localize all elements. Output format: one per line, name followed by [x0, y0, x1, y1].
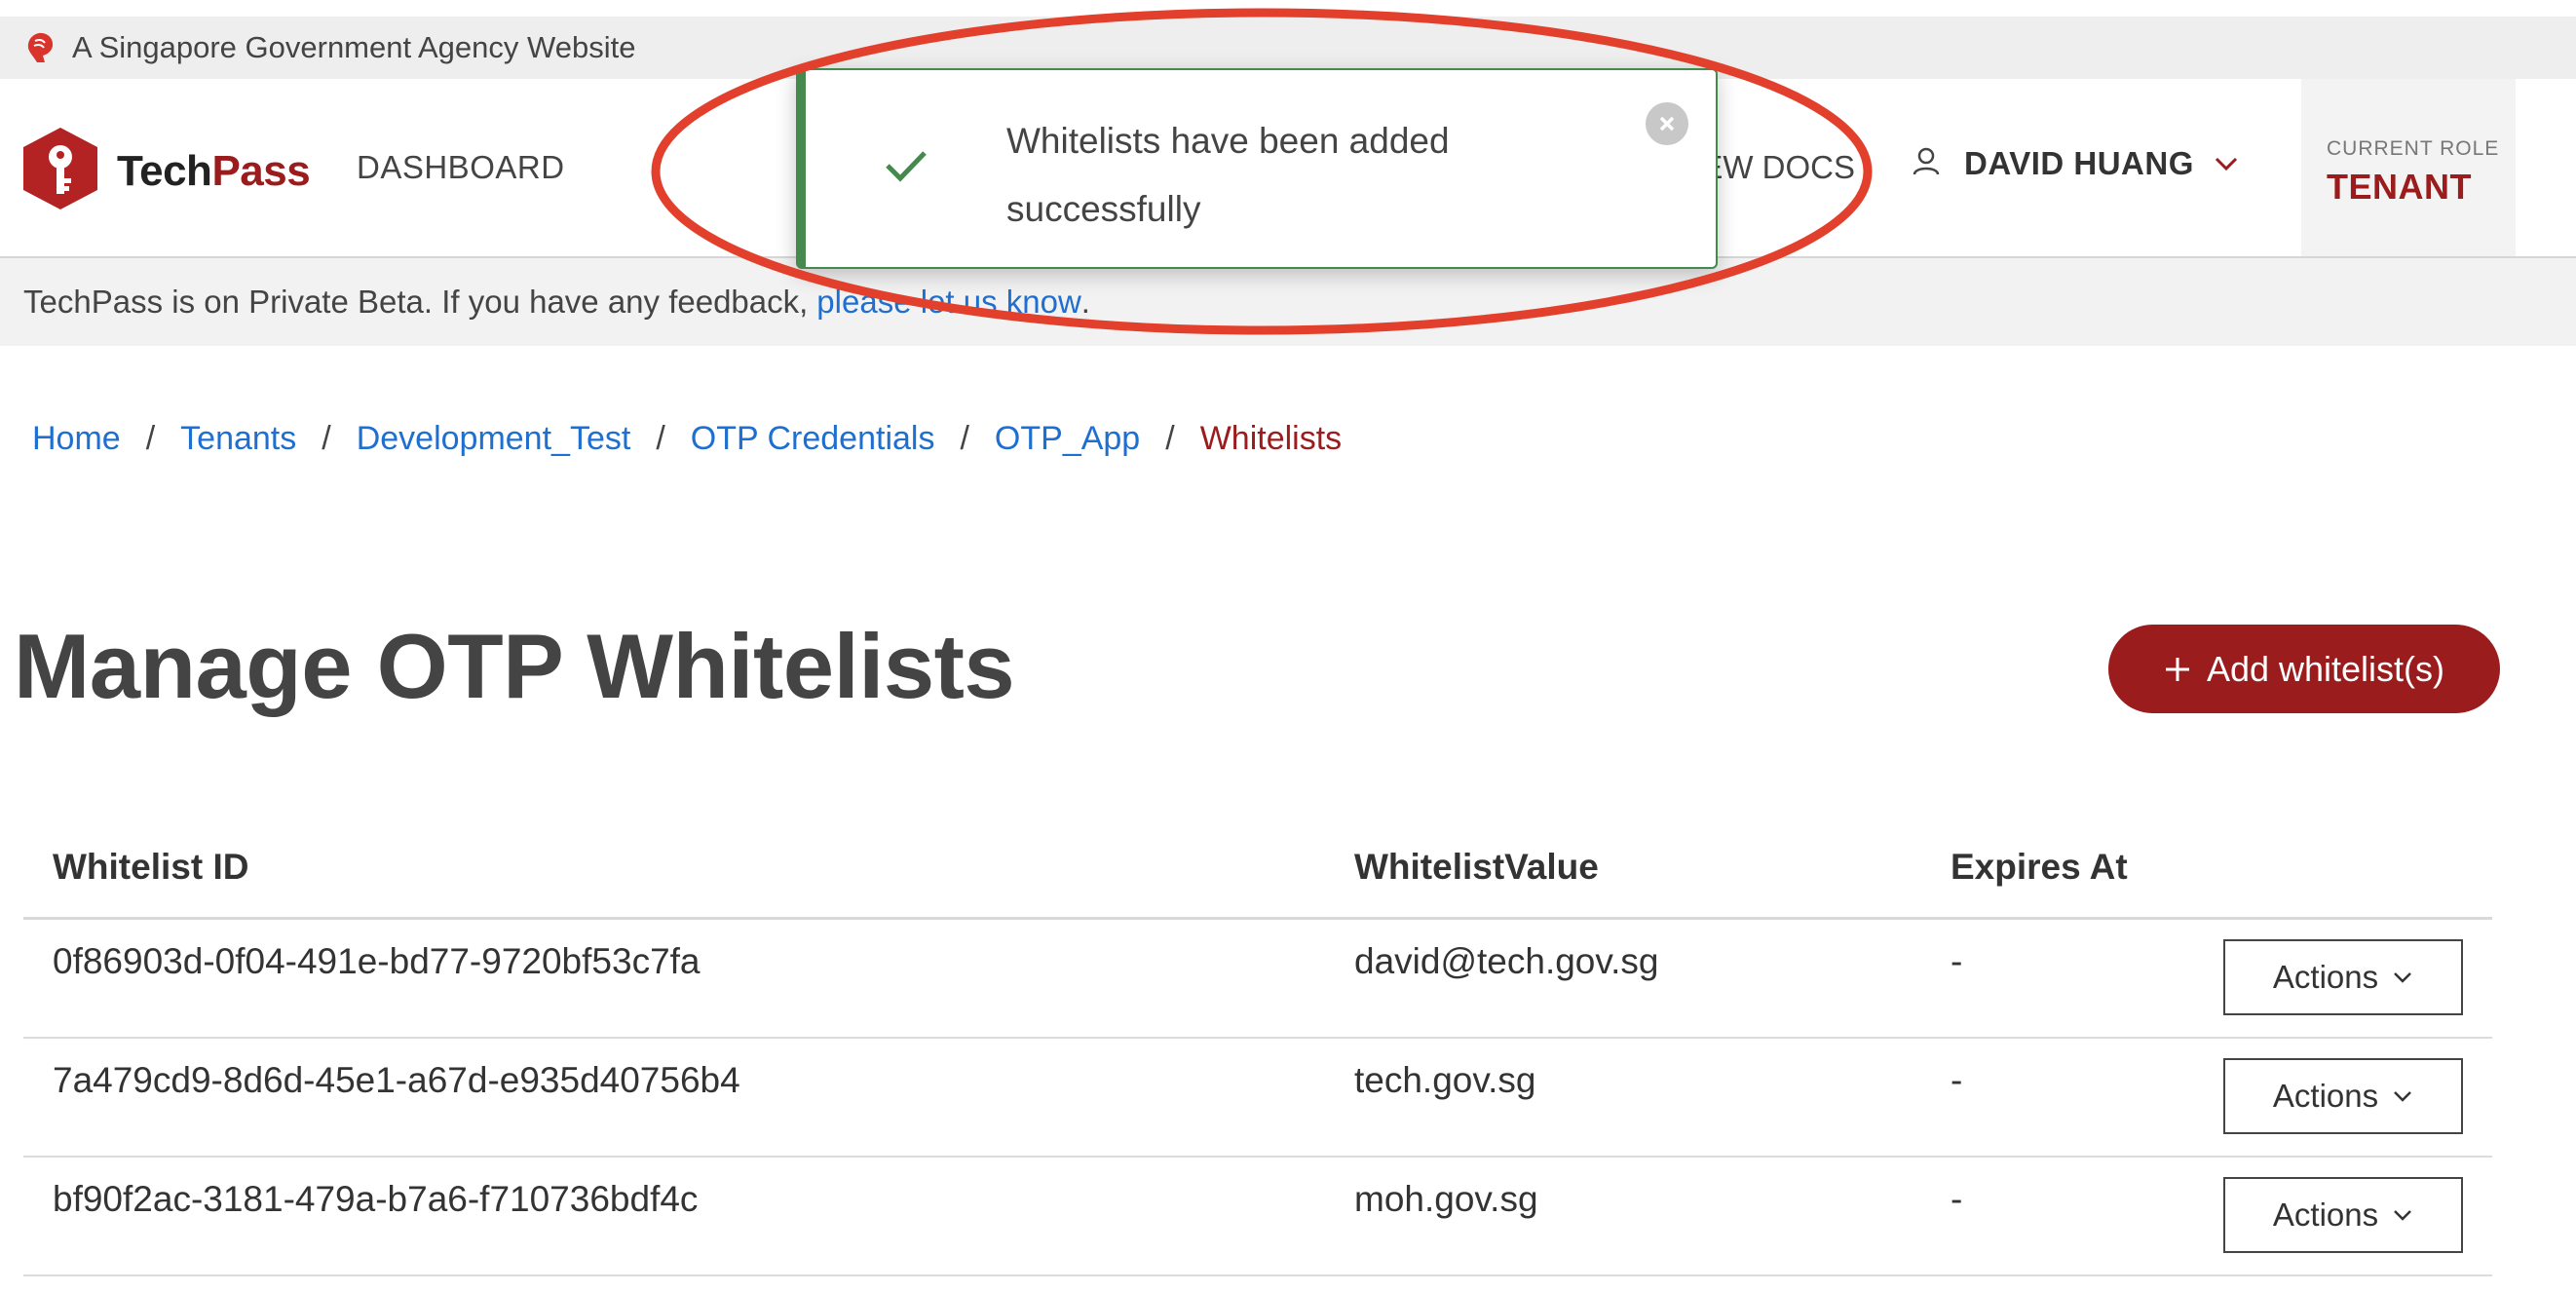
close-icon[interactable] [1646, 102, 1688, 145]
toast-message: Whitelists have been added successfully [1006, 121, 1450, 229]
actions-label: Actions [2272, 959, 2379, 995]
user-menu[interactable]: DAVID HUANG [1912, 145, 2239, 182]
cell-expires-at: - [1951, 1060, 1963, 1100]
current-role-value: TENANT [2327, 167, 2472, 207]
header-whitelist-id: Whitelist ID [53, 847, 249, 887]
breadcrumb-home[interactable]: Home [32, 420, 121, 458]
chevron-down-icon [2392, 1208, 2413, 1222]
add-whitelist-label: Add whitelist(s) [2206, 648, 2445, 689]
breadcrumb-current: Whitelists [1199, 420, 1343, 457]
header-expires-at: Expires At [1951, 847, 2128, 887]
cell-whitelist-value: moh.gov.sg [1354, 1179, 1538, 1219]
actions-label: Actions [2272, 1197, 2379, 1233]
check-icon [884, 148, 928, 183]
breadcrumb-tenants[interactable]: Tenants [180, 420, 296, 458]
cell-whitelist-value: david@tech.gov.sg [1354, 941, 1659, 981]
logo-text: TechPass [117, 146, 311, 195]
current-role[interactable]: CURRENT ROLE TENANT [2301, 79, 2516, 256]
table-row: 0f86903d-0f04-491e-bd77-9720bf53c7fa dav… [23, 920, 2492, 1039]
table-row: bf90f2ac-3181-479a-b7a6-f710736bdf4c moh… [23, 1158, 2492, 1276]
actions-button[interactable]: Actions [2223, 1177, 2463, 1253]
success-toast: Whitelists have been added successfully [796, 68, 1718, 269]
gov-masthead-text: A Singapore Government Agency Website [72, 30, 636, 64]
page-title: Manage OTP Whitelists [14, 615, 1015, 717]
breadcrumb-development-test[interactable]: Development_Test [357, 420, 631, 458]
chevron-down-icon [2392, 1089, 2413, 1103]
breadcrumb-otp-credentials[interactable]: OTP Credentials [691, 420, 935, 458]
breadcrumb-separator: / [145, 420, 156, 457]
breadcrumb-separator: / [960, 420, 969, 457]
lion-head-icon [25, 31, 55, 64]
table-header: Whitelist ID WhitelistValue Expires At [23, 833, 2492, 920]
cell-whitelist-id: 7a479cd9-8d6d-45e1-a67d-e935d40756b4 [53, 1060, 740, 1100]
nav-dashboard[interactable]: DASHBOARD [357, 149, 565, 186]
cell-whitelist-id: 0f86903d-0f04-491e-bd77-9720bf53c7fa [53, 941, 701, 981]
whitelist-table: Whitelist ID WhitelistValue Expires At 0… [23, 833, 2492, 1276]
cell-whitelist-id: bf90f2ac-3181-479a-b7a6-f710736bdf4c [53, 1179, 699, 1219]
actions-button[interactable]: Actions [2223, 939, 2463, 1015]
actions-label: Actions [2272, 1078, 2379, 1114]
breadcrumb-separator: / [1165, 420, 1175, 457]
user-name: DAVID HUANG [1964, 145, 2194, 181]
chevron-down-icon [2392, 970, 2413, 984]
cell-whitelist-value: tech.gov.sg [1354, 1060, 1536, 1100]
cell-expires-at: - [1951, 1179, 1963, 1219]
feedback-link[interactable]: please let us know [816, 284, 1081, 321]
chevron-down-icon [2214, 156, 2239, 171]
beta-text: TechPass is on Private Beta. If you have… [23, 284, 809, 320]
plus-icon [2164, 656, 2191, 683]
user-icon [1912, 146, 1941, 182]
cell-expires-at: - [1951, 941, 1963, 981]
breadcrumb-otp-app[interactable]: OTP_App [995, 420, 1140, 458]
header-whitelist-value: WhitelistValue [1354, 847, 1599, 887]
breadcrumb: Home / Tenants / Development_Test / OTP … [32, 420, 1342, 458]
beta-banner: TechPass is on Private Beta. If you have… [0, 258, 2576, 346]
beta-end: . [1080, 284, 1090, 320]
current-role-label: CURRENT ROLE [2327, 137, 2500, 160]
table-row: 7a479cd9-8d6d-45e1-a67d-e935d40756b4 tec… [23, 1039, 2492, 1158]
breadcrumb-separator: / [656, 420, 665, 457]
techpass-logo[interactable]: TechPass [21, 126, 311, 216]
breadcrumb-separator: / [322, 420, 331, 457]
add-whitelist-button[interactable]: Add whitelist(s) [2108, 625, 2500, 713]
actions-button[interactable]: Actions [2223, 1058, 2463, 1134]
key-shield-icon [21, 126, 99, 216]
